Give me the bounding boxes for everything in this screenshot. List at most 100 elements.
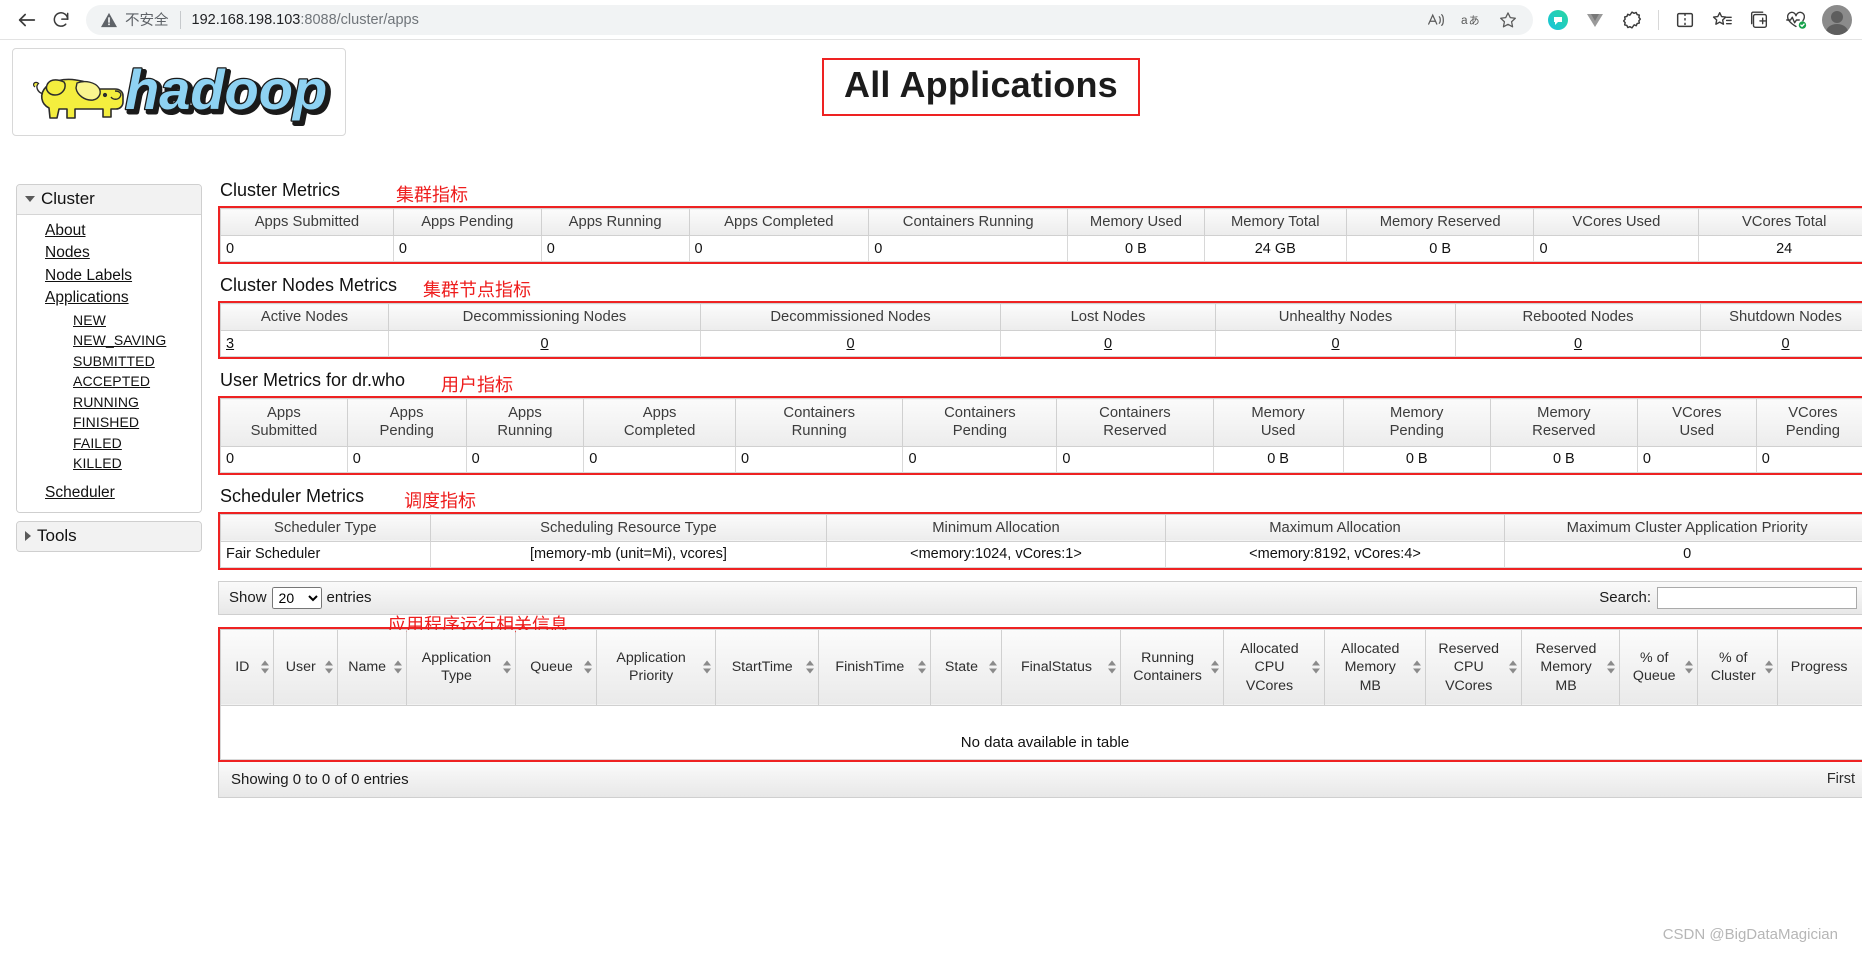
link-rebooted-nodes[interactable]: 0	[1574, 336, 1582, 352]
col-name[interactable]: Name	[336, 628, 407, 706]
col-user-memory-used[interactable]: Memory Used	[1212, 398, 1344, 447]
col-apps-pending[interactable]: Apps Pending	[392, 208, 542, 236]
col-scheduling-resource-type[interactable]: Scheduling Resource Type	[429, 513, 828, 542]
sidebar-item-node-labels[interactable]: Node Labels	[17, 265, 201, 287]
sort-icon[interactable]	[324, 660, 333, 674]
sidebar-item-nodes[interactable]: Nodes	[17, 242, 201, 264]
col-user-containers-reserved[interactable]: Containers Reserved	[1056, 398, 1214, 447]
sidebar-item-new[interactable]: NEW	[17, 310, 201, 330]
col-reserved-memory-mb[interactable]: Reserved Memory MB	[1520, 628, 1621, 706]
col-vcores-total[interactable]: VCores Total	[1698, 208, 1862, 236]
col-user-vcores-used[interactable]: VCores Used	[1636, 398, 1757, 447]
col-running-containers[interactable]: Running Containers	[1120, 628, 1225, 706]
col-apps-submitted[interactable]: Apps Submitted	[220, 208, 394, 236]
sidebar-item-failed[interactable]: FAILED	[17, 433, 201, 453]
link-active-nodes[interactable]: 3	[226, 336, 234, 352]
col-id[interactable]: ID	[220, 628, 274, 706]
col-application-priority[interactable]: Application Priority	[595, 628, 716, 706]
read-aloud-icon[interactable]	[1419, 5, 1453, 35]
sidebar-item-scheduler[interactable]: Scheduler	[17, 482, 201, 504]
link-decommissioned-nodes[interactable]: 0	[846, 336, 854, 352]
col-user[interactable]: User	[272, 628, 338, 706]
link-lost-nodes[interactable]: 0	[1104, 336, 1112, 352]
sidebar-item-submitted[interactable]: SUBMITTED	[17, 351, 201, 371]
sort-icon[interactable]	[1765, 660, 1774, 674]
col-memory-reserved[interactable]: Memory Reserved	[1345, 208, 1535, 236]
val-unhealthy-nodes[interactable]: 0	[1215, 330, 1456, 357]
sidebar-item-about[interactable]: About	[17, 220, 201, 242]
col-user-apps-pending[interactable]: Apps Pending	[346, 398, 467, 447]
sort-icon[interactable]	[917, 660, 926, 674]
sort-icon[interactable]	[1311, 660, 1320, 674]
col-maximum-cluster-app-priority[interactable]: Maximum Cluster Application Priority	[1504, 513, 1862, 542]
col-scheduler-type[interactable]: Scheduler Type	[220, 513, 431, 542]
val-rebooted-nodes[interactable]: 0	[1455, 330, 1701, 357]
col-user-apps-completed[interactable]: Apps Completed	[583, 398, 736, 447]
col-allocated-cpu-vcores[interactable]: Allocated CPU VCores	[1223, 628, 1325, 706]
add-favorite-star-icon[interactable]	[1491, 5, 1525, 35]
col-allocated-memory-mb[interactable]: Allocated Memory MB	[1323, 628, 1426, 706]
col-containers-running[interactable]: Containers Running	[868, 208, 1069, 236]
col-percent-of-queue[interactable]: % of Queue	[1619, 628, 1699, 706]
col-user-memory-reserved[interactable]: Memory Reserved	[1489, 398, 1638, 447]
col-active-nodes[interactable]: Active Nodes	[220, 303, 389, 331]
val-shutdown-nodes[interactable]: 0	[1700, 330, 1862, 357]
col-user-containers-running[interactable]: Containers Running	[734, 398, 904, 447]
col-decommissioning-nodes[interactable]: Decommissioning Nodes	[388, 303, 701, 331]
sidebar-item-accepted[interactable]: ACCEPTED	[17, 371, 201, 391]
col-user-vcores-pending[interactable]: VCores Pending	[1755, 398, 1862, 447]
extension-teal-circle-icon[interactable]	[1541, 5, 1575, 35]
sidebar-section-cluster-header[interactable]: Cluster	[17, 185, 201, 215]
translate-icon[interactable]: aあ	[1455, 5, 1489, 35]
col-queue[interactable]: Queue	[515, 628, 597, 706]
col-lost-nodes[interactable]: Lost Nodes	[1000, 303, 1216, 331]
col-user-apps-submitted[interactable]: Apps Submitted	[220, 398, 348, 447]
col-apps-completed[interactable]: Apps Completed	[688, 208, 870, 236]
sidebar-item-running[interactable]: RUNNING	[17, 392, 201, 412]
col-decommissioned-nodes[interactable]: Decommissioned Nodes	[700, 303, 1001, 331]
link-shutdown-nodes[interactable]: 0	[1781, 336, 1789, 352]
page-size-select[interactable]: 20 50 100	[271, 586, 322, 609]
collections-add-icon[interactable]	[1742, 5, 1776, 35]
sort-icon[interactable]	[393, 660, 402, 674]
hadoop-logo[interactable]: hadoop hadoop	[12, 48, 346, 136]
col-user-containers-pending[interactable]: Containers Pending	[902, 398, 1058, 447]
sort-icon[interactable]	[260, 660, 269, 674]
sort-icon[interactable]	[805, 660, 814, 674]
col-reserved-cpu-vcores[interactable]: Reserved CPU VCores	[1424, 628, 1522, 706]
profile-avatar-icon[interactable]	[1822, 4, 1852, 35]
sidebar-item-killed[interactable]: KILLED	[17, 453, 201, 473]
split-screen-icon[interactable]	[1668, 5, 1702, 35]
col-maximum-allocation[interactable]: Maximum Allocation	[1164, 513, 1506, 542]
col-state[interactable]: State	[929, 628, 1002, 706]
sort-icon[interactable]	[1607, 660, 1616, 674]
extension-puzzle-icon[interactable]	[1615, 5, 1649, 35]
col-shutdown-nodes[interactable]: Shutdown Nodes	[1700, 303, 1862, 331]
sidebar-item-applications[interactable]: Applications	[17, 287, 201, 309]
col-vcores-used[interactable]: VCores Used	[1533, 208, 1700, 236]
col-final-status[interactable]: FinalStatus	[1000, 628, 1122, 706]
sort-icon[interactable]	[702, 660, 711, 674]
sort-icon[interactable]	[1412, 660, 1421, 674]
extension-v-icon[interactable]	[1578, 5, 1612, 35]
col-memory-used[interactable]: Memory Used	[1067, 208, 1205, 236]
link-decommissioning-nodes[interactable]: 0	[540, 336, 548, 352]
search-input[interactable]	[1657, 586, 1857, 609]
col-user-apps-running[interactable]: Apps Running	[465, 398, 585, 447]
sidebar-item-finished[interactable]: FINISHED	[17, 412, 201, 432]
col-application-type[interactable]: Application Type	[405, 628, 517, 706]
sort-icon[interactable]	[583, 660, 592, 674]
sort-icon[interactable]	[1108, 660, 1117, 674]
sidebar-item-new-saving[interactable]: NEW_SAVING	[17, 330, 201, 350]
sort-icon[interactable]	[1685, 660, 1694, 674]
val-lost-nodes[interactable]: 0	[1000, 330, 1216, 357]
val-decommissioned-nodes[interactable]: 0	[700, 330, 1001, 357]
sort-icon[interactable]	[1508, 660, 1517, 674]
link-unhealthy-nodes[interactable]: 0	[1331, 336, 1339, 352]
sort-icon[interactable]	[503, 660, 512, 674]
address-bar[interactable]: 不安全 192.168.198.103:8088/cluster/apps aあ	[86, 4, 1533, 35]
back-arrow-icon[interactable]	[10, 5, 44, 35]
favorites-list-icon[interactable]	[1705, 5, 1739, 35]
col-user-memory-pending[interactable]: Memory Pending	[1342, 398, 1491, 447]
col-finish-time[interactable]: FinishTime	[817, 628, 931, 706]
